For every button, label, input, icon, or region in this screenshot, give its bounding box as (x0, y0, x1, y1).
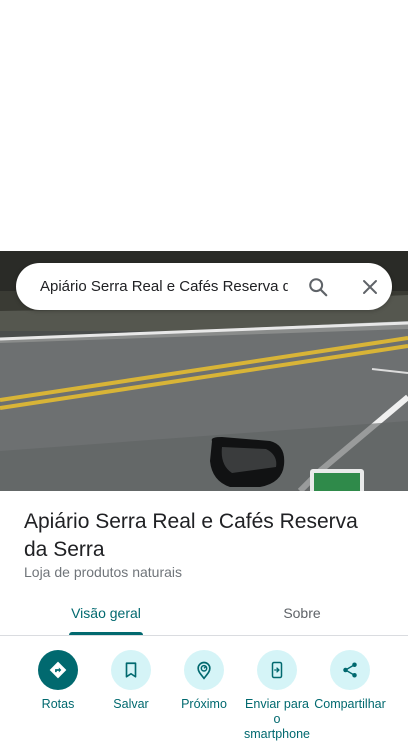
share-icon (343, 662, 357, 678)
tab-about[interactable]: Sobre (236, 590, 368, 635)
save-label: Salvar (113, 697, 149, 711)
close-icon (363, 279, 377, 294)
place-category: Loja de produtos naturais (24, 564, 182, 580)
directions-button-circle[interactable] (38, 650, 78, 690)
send-to-phone-label: Enviar para o smartphone (243, 697, 310, 741)
place-details-page: Apiário Serra Real e Cafés Reserva da Se… (0, 0, 408, 742)
directions-button[interactable]: Rotas (21, 650, 95, 712)
nearby-label: Próximo (181, 697, 227, 711)
directions-icon (49, 661, 67, 679)
share-label: Compartilhar (314, 697, 386, 711)
directions-label: Rotas (41, 697, 75, 711)
tab-bar: Visão geral Sobre (0, 590, 408, 636)
close-button[interactable] (352, 269, 388, 305)
nearby-button-circle[interactable] (184, 650, 224, 690)
nearby-icon (197, 661, 211, 680)
save-button[interactable]: Salvar (94, 650, 168, 712)
action-row: Rotas Salvar Próximo Enviar para o smart… (0, 650, 408, 742)
bookmark-icon (125, 662, 137, 678)
save-button-circle[interactable] (111, 650, 151, 690)
send-to-phone-icon (271, 661, 283, 679)
search-button[interactable] (300, 269, 336, 305)
share-button-circle[interactable] (330, 650, 370, 690)
place-title: Apiário Serra Real e Cafés Reserva da Se… (24, 510, 358, 561)
tab-selected-indicator (69, 632, 143, 635)
search-input[interactable]: Apiário Serra Real e Cafés Reserva da Se… (40, 278, 288, 295)
send-to-phone-button-circle[interactable] (257, 650, 297, 690)
send-to-phone-button[interactable]: Enviar para o smartphone (240, 650, 314, 742)
nearby-button[interactable]: Próximo (167, 650, 241, 712)
share-button[interactable]: Compartilhar (313, 650, 387, 712)
search-icon (309, 277, 328, 296)
tab-overview[interactable]: Visão geral (40, 590, 172, 635)
search-bar[interactable]: Apiário Serra Real e Cafés Reserva da Se… (16, 263, 392, 310)
